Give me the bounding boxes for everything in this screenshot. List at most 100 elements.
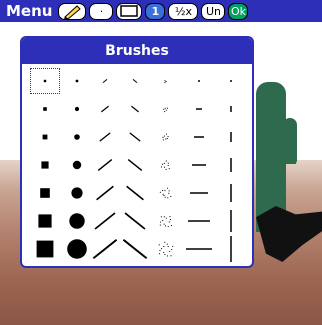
- circle-brush-icon: [69, 213, 85, 229]
- brush-slash-1[interactable]: [90, 68, 120, 94]
- pencil-icon: [64, 4, 82, 19]
- brush-spray-7[interactable]: [150, 236, 180, 262]
- brush-slash-3[interactable]: [90, 124, 120, 150]
- brush-horizontal-line-7[interactable]: [184, 236, 214, 262]
- brush-circle-1[interactable]: [62, 68, 92, 94]
- brush-square-2[interactable]: [30, 96, 60, 122]
- vertical-line-brush-icon: [230, 132, 232, 142]
- backslash-brush-icon: [126, 185, 144, 201]
- brush-horizontal-line-6[interactable]: [184, 208, 214, 234]
- brush-horizontal-line-5[interactable]: [184, 180, 214, 206]
- brush-circle-4[interactable]: [62, 152, 92, 178]
- brush-backslash-3[interactable]: [120, 124, 150, 150]
- brushes-popup-title: Brushes: [22, 38, 252, 64]
- vertical-line-brush-icon: [230, 184, 232, 202]
- brush-spray-2[interactable]: [150, 96, 180, 122]
- backslash-brush-icon: [129, 132, 141, 142]
- brush-horizontal-line-4[interactable]: [184, 152, 214, 178]
- slash-brush-icon: [99, 132, 111, 142]
- brush-vertical-line-4[interactable]: [216, 152, 246, 178]
- brush-backslash-6[interactable]: [120, 208, 150, 234]
- brush-backslash-5[interactable]: [120, 180, 150, 206]
- zoom-1x-button[interactable]: 1: [145, 2, 166, 20]
- square-brush-icon: [40, 188, 50, 198]
- brush-square-5[interactable]: [30, 180, 60, 206]
- brush-grid: [28, 68, 250, 264]
- spray-brush-icon: [160, 160, 170, 170]
- brush-spray-5[interactable]: [150, 180, 180, 206]
- menu-button[interactable]: Menu: [0, 2, 58, 20]
- horizontal-line-brush-icon: [190, 192, 208, 194]
- rectangle-icon: [120, 5, 139, 17]
- brush-spray-1[interactable]: [150, 68, 180, 94]
- brush-circle-3[interactable]: [62, 124, 92, 150]
- brush-horizontal-line-1[interactable]: [184, 68, 214, 94]
- horizontal-line-brush-icon: [188, 220, 210, 222]
- brush-square-7[interactable]: [30, 236, 60, 262]
- circle-brush-icon: [74, 134, 80, 140]
- brush-slash-7[interactable]: [90, 236, 120, 262]
- backslash-brush-icon: [131, 105, 139, 113]
- brush-circle-6[interactable]: [62, 208, 92, 234]
- brush-vertical-line-1[interactable]: [216, 68, 246, 94]
- brush-circle-2[interactable]: [62, 96, 92, 122]
- dot-brush-button[interactable]: ·: [89, 2, 114, 20]
- brush-square-4[interactable]: [30, 152, 60, 178]
- brush-spray-3[interactable]: [150, 124, 180, 150]
- brush-vertical-line-3[interactable]: [216, 124, 246, 150]
- square-brush-icon: [43, 107, 47, 111]
- spray-brush-icon: [164, 80, 167, 84]
- spray-brush-icon: [163, 107, 169, 113]
- brush-backslash-1[interactable]: [120, 68, 150, 94]
- circle-brush-icon: [72, 160, 82, 170]
- brush-backslash-2[interactable]: [120, 96, 150, 122]
- pencil-tool-button[interactable]: [58, 2, 87, 20]
- horizontal-line-brush-icon: [186, 248, 212, 250]
- square-brush-icon: [43, 79, 47, 83]
- ok-label: Ok: [230, 4, 246, 18]
- brush-vertical-line-7[interactable]: [216, 236, 246, 262]
- brush-slash-2[interactable]: [90, 96, 120, 122]
- rectangle-tool-button[interactable]: [116, 2, 143, 20]
- horizontal-line-brush-icon: [194, 136, 204, 138]
- zoom-half-label: ½x: [174, 4, 193, 18]
- brush-circle-5[interactable]: [62, 180, 92, 206]
- brush-vertical-line-5[interactable]: [216, 180, 246, 206]
- spray-brush-icon: [158, 241, 174, 257]
- brush-square-1[interactable]: [30, 68, 60, 94]
- vertical-line-brush-icon: [230, 158, 232, 172]
- undo-button[interactable]: Un: [201, 2, 226, 20]
- square-brush-icon: [41, 161, 49, 169]
- brush-vertical-line-2[interactable]: [216, 96, 246, 122]
- circle-brush-icon: [74, 106, 80, 112]
- brush-spray-6[interactable]: [150, 208, 180, 234]
- brush-spray-4[interactable]: [150, 152, 180, 178]
- brush-horizontal-line-2[interactable]: [184, 96, 214, 122]
- backslash-brush-icon: [124, 212, 146, 230]
- square-brush-icon: [36, 240, 54, 258]
- ok-button[interactable]: Ok: [228, 2, 249, 20]
- brushes-popup: Brushes: [20, 36, 254, 268]
- vertical-line-brush-icon: [230, 236, 232, 262]
- brush-slash-4[interactable]: [90, 152, 120, 178]
- circle-brush-icon: [75, 79, 79, 83]
- slash-brush-icon: [94, 212, 116, 230]
- brush-slash-5[interactable]: [90, 180, 120, 206]
- slash-brush-icon: [102, 79, 108, 83]
- slash-brush-icon: [96, 185, 114, 201]
- circle-brush-icon: [71, 187, 83, 199]
- horizontal-line-brush-icon: [192, 164, 206, 166]
- slash-brush-icon: [97, 158, 113, 172]
- brush-square-3[interactable]: [30, 124, 60, 150]
- brush-vertical-line-6[interactable]: [216, 208, 246, 234]
- circle-brush-icon: [67, 239, 87, 259]
- brush-backslash-7[interactable]: [120, 236, 150, 262]
- brush-circle-7[interactable]: [62, 236, 92, 262]
- brush-slash-6[interactable]: [90, 208, 120, 234]
- brush-square-6[interactable]: [30, 208, 60, 234]
- horizontal-line-brush-icon: [196, 108, 202, 110]
- brush-horizontal-line-3[interactable]: [184, 124, 214, 150]
- brush-backslash-4[interactable]: [120, 152, 150, 178]
- vertical-line-brush-icon: [230, 106, 232, 112]
- zoom-half-button[interactable]: ½x: [168, 2, 199, 20]
